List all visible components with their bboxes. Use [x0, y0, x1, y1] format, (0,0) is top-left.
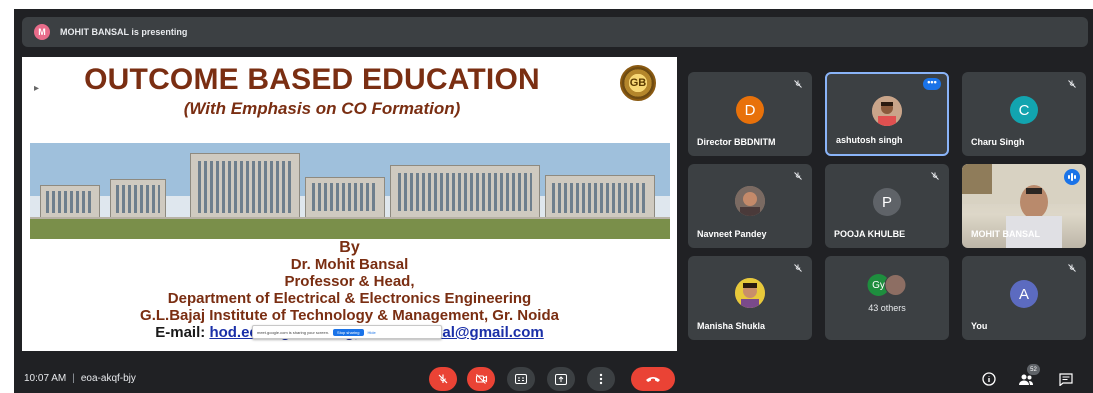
phone-hangup-icon — [646, 377, 660, 382]
shared-presentation: ▸ OUTCOME BASED EDUCATION (With Emphasis… — [22, 57, 677, 351]
meeting-time: 10:07 AM — [24, 373, 67, 384]
speaking-indicator-icon — [1064, 169, 1080, 185]
participant-video-tile[interactable]: MOHIT BANSAL — [962, 164, 1086, 248]
participant-name: ashutosh singh — [836, 135, 903, 145]
participant-photo — [735, 278, 765, 308]
participant-photo — [735, 186, 765, 216]
participant-tile-active[interactable]: ••• ashutosh singh — [825, 72, 949, 156]
slide-by: By — [339, 239, 360, 256]
participant-name: Manisha Shukla — [697, 321, 766, 331]
mic-off-icon — [1068, 80, 1076, 88]
campus-image — [30, 143, 670, 239]
present-now-button[interactable] — [547, 367, 575, 391]
mic-off-icon — [1068, 264, 1076, 272]
chat-icon — [1059, 372, 1073, 386]
participant-avatar: C — [1010, 96, 1038, 124]
more-options-icon[interactable]: ••• — [923, 78, 941, 90]
meeting-info: 10:07 AM | eoa-akqf-bjy — [24, 373, 136, 384]
slide-role: Professor & Head, — [284, 273, 415, 290]
participant-avatar: A — [1010, 280, 1038, 308]
camera-toggle-button[interactable] — [467, 367, 495, 391]
participant-tile[interactable]: P POOJA KHULBE — [825, 164, 949, 248]
control-bar: 10:07 AM | eoa-akqf-bjy 52 — [14, 364, 1093, 393]
people-button[interactable]: 52 — [1017, 364, 1040, 388]
presenter-avatar: M — [34, 24, 50, 40]
participant-name: Navneet Pandey — [697, 229, 767, 239]
slide-presenter: Dr. Mohit Bansal — [290, 256, 409, 273]
mic-off-icon — [794, 264, 802, 272]
participant-tile[interactable]: D Director BBDNITM — [688, 72, 812, 156]
participant-tile[interactable]: C Charu Singh — [962, 72, 1086, 156]
self-tile[interactable]: A You — [962, 256, 1086, 340]
participant-avatar: D — [736, 96, 764, 124]
participant-tile[interactable]: Manisha Shukla — [688, 256, 812, 340]
meeting-code: eoa-akqf-bjy — [80, 373, 136, 384]
chat-button[interactable] — [1057, 370, 1075, 388]
participant-avatar: P — [873, 188, 901, 216]
more-options-button[interactable] — [587, 367, 615, 391]
mic-off-icon — [794, 172, 802, 180]
mic-toggle-button[interactable] — [429, 367, 457, 391]
others-avatars: Gy — [867, 274, 907, 296]
slide-email-label: E-mail: — [155, 324, 206, 341]
institute-logo-icon: GB — [620, 65, 656, 101]
participant-name: Director BBDNITM — [697, 137, 776, 147]
others-tile[interactable]: Gy 43 others — [825, 256, 949, 340]
captions-icon — [515, 374, 527, 384]
more-vertical-icon — [599, 373, 603, 385]
presenting-banner: M MOHIT BANSAL is presenting — [22, 17, 1088, 47]
meeting-details-button[interactable] — [980, 370, 998, 388]
participant-name: Charu Singh — [971, 137, 1025, 147]
participant-name: POOJA KHULBE — [834, 229, 906, 239]
camera-off-icon — [475, 374, 487, 384]
slide-title: OUTCOME BASED EDUCATION — [84, 63, 540, 96]
mic-off-icon — [438, 374, 448, 384]
screen-share-notice: meet.google.com is sharing your screen. … — [252, 325, 442, 339]
mic-off-icon — [794, 80, 802, 88]
mic-off-icon — [931, 172, 939, 180]
participant-name: MOHIT BANSAL — [971, 229, 1040, 239]
leave-call-button[interactable] — [631, 367, 675, 391]
participant-tile[interactable]: Navneet Pandey — [688, 164, 812, 248]
info-icon — [982, 372, 996, 386]
share-notice-text: meet.google.com is sharing your screen. — [257, 329, 330, 335]
others-count: 43 others — [868, 303, 906, 313]
participant-photo — [872, 96, 902, 126]
hide-share-notice-button[interactable]: Hide — [368, 330, 376, 335]
people-count-badge: 52 — [1027, 364, 1040, 375]
presenting-text: MOHIT BANSAL is presenting — [60, 27, 188, 37]
present-icon — [555, 373, 567, 385]
slide-institute: G.L.Bajaj Institute of Technology & Mana… — [140, 307, 559, 324]
captions-button[interactable] — [507, 367, 535, 391]
others-avatar-photo — [884, 274, 907, 296]
participant-name: You — [971, 321, 988, 331]
stop-sharing-button[interactable]: Stop sharing — [333, 328, 364, 336]
slide-department: Department of Electrical & Electronics E… — [167, 290, 532, 307]
meet-window: M MOHIT BANSAL is presenting ▸ OUTCOME B… — [14, 9, 1093, 393]
slide-subtitle: (With Emphasis on CO Formation) — [183, 99, 461, 118]
